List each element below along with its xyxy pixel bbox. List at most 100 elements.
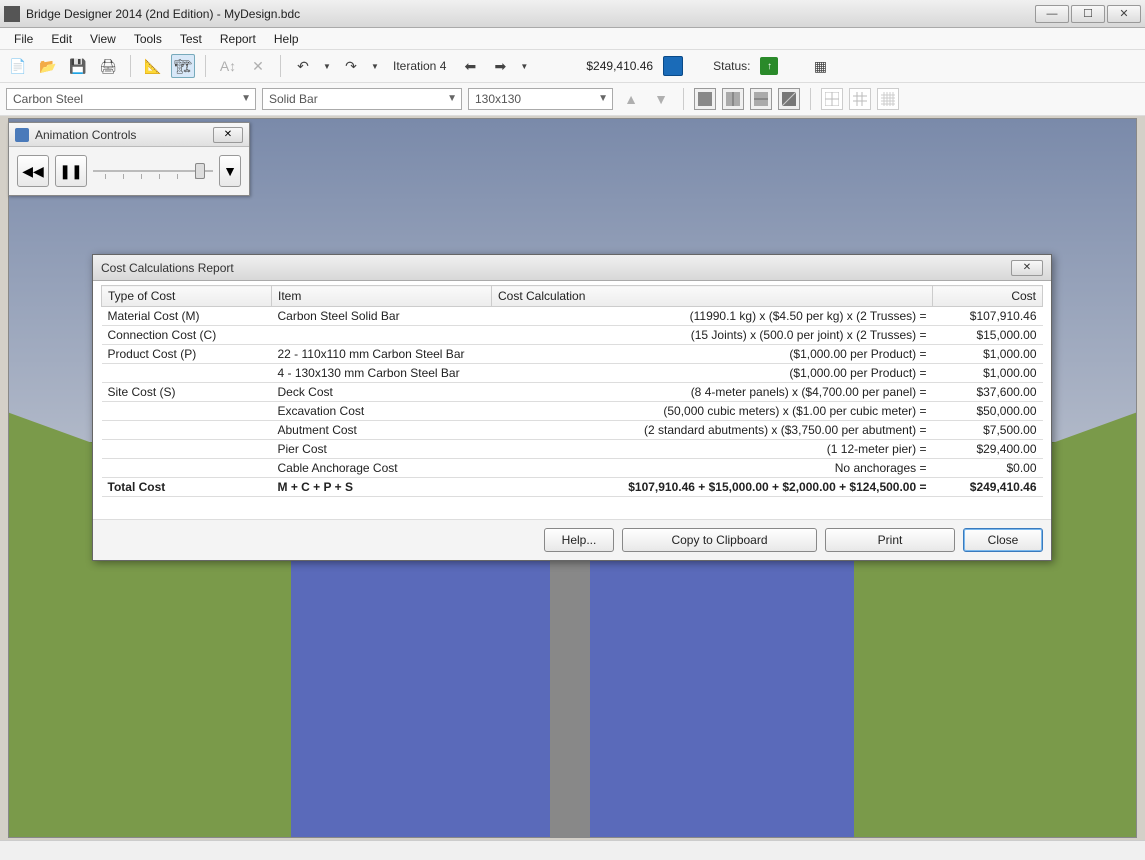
drawing-board-icon[interactable]: 📐 xyxy=(141,54,165,78)
panel-close-button[interactable]: ✕ xyxy=(213,127,243,143)
table-row: Excavation Cost (50,000 cubic meters) x … xyxy=(102,402,1043,421)
cell-calc: ($1,000.00 per Product) = xyxy=(492,345,933,364)
rewind-button[interactable]: ◀◀ xyxy=(17,155,49,187)
cell-item: 22 - 110x110 mm Carbon Steel Bar xyxy=(272,345,492,364)
cell-cost: $1,000.00 xyxy=(933,364,1043,383)
print-button[interactable]: Print xyxy=(825,528,955,552)
col-item[interactable]: Item xyxy=(272,286,492,307)
menu-help[interactable]: Help xyxy=(266,30,307,48)
cell-cost: $107,910.46 xyxy=(933,307,1043,326)
cell-cost: $0.00 xyxy=(933,459,1043,478)
open-icon[interactable]: 📂 xyxy=(36,54,60,78)
undo-dropdown-icon[interactable]: ▼ xyxy=(321,54,333,78)
help-button[interactable]: Help... xyxy=(544,528,614,552)
view-mode-4-icon[interactable] xyxy=(778,88,800,110)
menu-edit[interactable]: Edit xyxy=(43,30,80,48)
cost-report-dialog: Cost Calculations Report ✕ Type of Cost … xyxy=(92,254,1052,561)
cell-cost: $37,600.00 xyxy=(933,383,1043,402)
iteration-dropdown-icon[interactable]: ▼ xyxy=(518,54,530,78)
slider-thumb[interactable] xyxy=(195,163,205,179)
menu-bar: File Edit View Tools Test Report Help xyxy=(0,28,1145,50)
cell-type xyxy=(102,364,272,383)
table-row: Pier Cost (1 12-meter pier) = $29,400.00 xyxy=(102,440,1043,459)
speed-dropdown-button[interactable]: ▼ xyxy=(219,155,241,187)
prev-iteration-icon[interactable]: ⬅ xyxy=(458,54,482,78)
material-dropdown[interactable]: Carbon Steel▼ xyxy=(6,88,256,110)
chevron-down-icon: ▼ xyxy=(241,93,251,104)
copy-button[interactable]: Copy to Clipboard xyxy=(622,528,817,552)
separator xyxy=(683,88,684,110)
increase-size-icon[interactable]: ▲ xyxy=(619,87,643,111)
col-type[interactable]: Type of Cost xyxy=(102,286,272,307)
cell-item: Abutment Cost xyxy=(272,421,492,440)
menu-file[interactable]: File xyxy=(6,30,41,48)
cell-calc: (50,000 cubic meters) x ($1.00 per cubic… xyxy=(492,402,933,421)
cell-calc: (11990.1 kg) x ($4.50 per kg) x (2 Truss… xyxy=(492,307,933,326)
animation-controls-panel[interactable]: Animation Controls ✕ ◀◀ ❚❚ ▼ xyxy=(8,122,250,196)
view-mode-3-icon[interactable] xyxy=(750,88,772,110)
main-toolbar: 📄 📂 💾 🖨 📐 🏗 A↕ ✕ ↶ ▼ ↷ ▼ Iteration 4 ⬅ ➡… xyxy=(0,50,1145,83)
maximize-button[interactable]: ☐ xyxy=(1071,5,1105,23)
print-icon[interactable]: 🖨 xyxy=(96,54,120,78)
col-calc[interactable]: Cost Calculation xyxy=(492,286,933,307)
cell-item: Pier Cost xyxy=(272,440,492,459)
separator xyxy=(130,55,131,77)
calculator-icon[interactable] xyxy=(663,56,683,76)
decrease-size-icon[interactable]: ▼ xyxy=(649,87,673,111)
window-title: Bridge Designer 2014 (2nd Edition) - MyD… xyxy=(26,7,1035,21)
dialog-header[interactable]: Cost Calculations Report ✕ xyxy=(93,255,1051,281)
cell-cost: $7,500.00 xyxy=(933,421,1043,440)
close-button[interactable]: ✕ xyxy=(1107,5,1141,23)
grid-fine-icon[interactable] xyxy=(877,88,899,110)
chevron-down-icon: ▼ xyxy=(447,93,457,104)
menu-view[interactable]: View xyxy=(82,30,124,48)
delete-icon[interactable]: ✕ xyxy=(246,54,270,78)
close-button[interactable]: Close xyxy=(963,528,1043,552)
col-cost[interactable]: Cost xyxy=(933,286,1043,307)
speed-slider[interactable] xyxy=(93,161,213,181)
dialog-button-bar: Help... Copy to Clipboard Print Close xyxy=(93,519,1051,560)
report-icon[interactable]: ▦ xyxy=(808,54,832,78)
new-icon[interactable]: 📄 xyxy=(6,54,30,78)
separator xyxy=(280,55,281,77)
cell-cost: $15,000.00 xyxy=(933,326,1043,345)
section-dropdown[interactable]: Solid Bar▼ xyxy=(262,88,462,110)
undo-icon[interactable]: ↶ xyxy=(291,54,315,78)
menu-report[interactable]: Report xyxy=(212,30,264,48)
redo-dropdown-icon[interactable]: ▼ xyxy=(369,54,381,78)
panel-header[interactable]: Animation Controls ✕ xyxy=(9,123,249,147)
cell-calc: No anchorages = xyxy=(492,459,933,478)
table-row: Connection Cost (C) (15 Joints) x (500.0… xyxy=(102,326,1043,345)
minimize-button[interactable]: — xyxy=(1035,5,1069,23)
cost-display: $249,410.46 xyxy=(582,59,657,73)
view-mode-1-icon[interactable] xyxy=(694,88,716,110)
menu-tools[interactable]: Tools xyxy=(126,30,170,48)
table-row: Abutment Cost (2 standard abutments) x (… xyxy=(102,421,1043,440)
separator xyxy=(810,88,811,110)
table-row: 4 - 130x130 mm Carbon Steel Bar ($1,000.… xyxy=(102,364,1043,383)
size-dropdown[interactable]: 130x130▼ xyxy=(468,88,613,110)
cell-type: Product Cost (P) xyxy=(102,345,272,364)
pause-button[interactable]: ❚❚ xyxy=(55,155,87,187)
view-mode-2-icon[interactable] xyxy=(722,88,744,110)
dialog-close-button[interactable]: ✕ xyxy=(1011,260,1043,276)
cell-calc: (2 standard abutments) x ($3,750.00 per … xyxy=(492,421,933,440)
next-iteration-icon[interactable]: ➡ xyxy=(488,54,512,78)
member-toolbar: Carbon Steel▼ Solid Bar▼ 130x130▼ ▲ ▼ xyxy=(0,83,1145,116)
save-icon[interactable]: 💾 xyxy=(66,54,90,78)
cell-item: Carbon Steel Solid Bar xyxy=(272,307,492,326)
menu-test[interactable]: Test xyxy=(172,30,210,48)
select-all-icon[interactable]: A↕ xyxy=(216,54,240,78)
cell-item: Excavation Cost xyxy=(272,402,492,421)
load-test-icon[interactable]: 🏗 xyxy=(171,54,195,78)
redo-icon[interactable]: ↷ xyxy=(339,54,363,78)
cell-type: Connection Cost (C) xyxy=(102,326,272,345)
table-row: Material Cost (M) Carbon Steel Solid Bar… xyxy=(102,307,1043,326)
cell-calc: (8 4-meter panels) x ($4,700.00 per pane… xyxy=(492,383,933,402)
cell-calc: (15 Joints) x (500.0 per joint) x (2 Tru… xyxy=(492,326,933,345)
cell-type: Material Cost (M) xyxy=(102,307,272,326)
grid-coarse-icon[interactable] xyxy=(821,88,843,110)
cell-type xyxy=(102,402,272,421)
iteration-label: Iteration 4 xyxy=(387,59,452,73)
grid-medium-icon[interactable] xyxy=(849,88,871,110)
